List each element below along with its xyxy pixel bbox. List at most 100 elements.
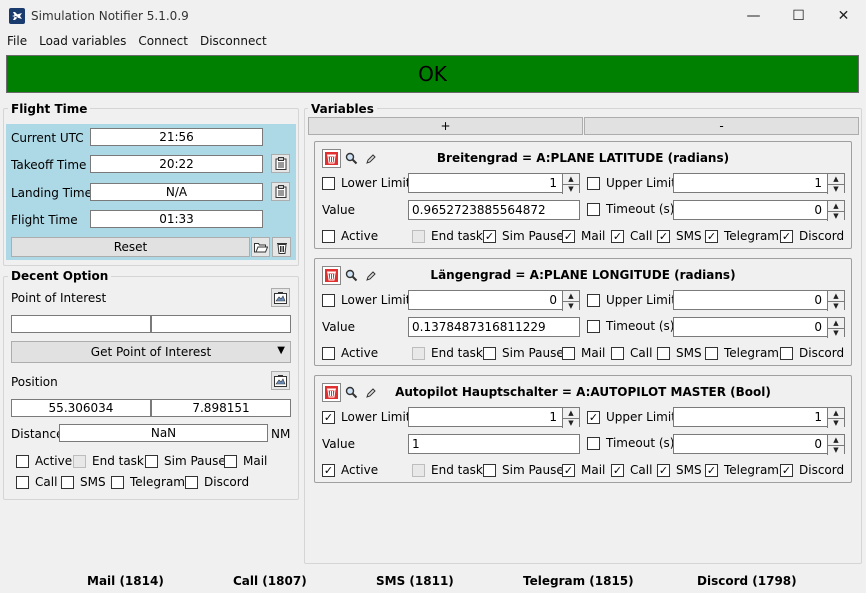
- get-poi-dropdown[interactable]: Get Point of Interest ▼: [11, 341, 291, 363]
- flight-time-field[interactable]: 01:33: [90, 210, 263, 228]
- spinner[interactable]: ▲ ▼: [827, 408, 844, 428]
- mail-checkbox[interactable]: ✓ Mail: [562, 463, 605, 477]
- landing-time-field[interactable]: N/A: [90, 183, 263, 201]
- up-arrow-icon[interactable]: ▲: [828, 408, 844, 418]
- lower-limit-checkbox[interactable]: Lower Limit: [322, 176, 411, 190]
- value-field[interactable]: 1: [408, 434, 580, 454]
- up-arrow-icon[interactable]: ▲: [828, 318, 844, 328]
- value-field[interactable]: 0.9652723885564872: [408, 200, 580, 220]
- menu-load-variables[interactable]: Load variables: [32, 34, 131, 48]
- spinner[interactable]: ▲ ▼: [562, 291, 579, 311]
- down-arrow-icon[interactable]: ▼: [828, 327, 844, 338]
- spinner[interactable]: ▲ ▼: [827, 291, 844, 311]
- poi-field-lon[interactable]: [151, 315, 291, 333]
- menu-connect[interactable]: Connect: [131, 34, 193, 48]
- sms-checkbox[interactable]: ✓ SMS: [657, 463, 702, 477]
- spinner[interactable]: ▲ ▼: [827, 174, 844, 194]
- up-arrow-icon[interactable]: ▲: [828, 435, 844, 445]
- mail-checkbox[interactable]: ✓ Mail: [562, 229, 605, 243]
- sim-pause-checkbox[interactable]: Sim Pause: [483, 346, 564, 360]
- lower-limit-stepper[interactable]: 1 ▲ ▼: [408, 407, 580, 428]
- up-arrow-icon[interactable]: ▲: [563, 408, 579, 418]
- clipboard-icon[interactable]: [271, 154, 290, 173]
- end-task-checkbox[interactable]: End task: [412, 229, 483, 243]
- upper-limit-stepper[interactable]: 1 ▲ ▼: [673, 173, 845, 194]
- down-arrow-icon[interactable]: ▼: [563, 300, 579, 311]
- active-checkbox[interactable]: ✓ Active: [322, 463, 378, 477]
- discord-checkbox[interactable]: ✓ Discord: [780, 463, 844, 477]
- telegram-checkbox[interactable]: ✓ Telegram: [705, 229, 779, 243]
- lower-limit-stepper[interactable]: 0 ▲ ▼: [408, 290, 580, 311]
- up-arrow-icon[interactable]: ▲: [828, 174, 844, 184]
- discord-checkbox[interactable]: ✓ Discord: [780, 229, 844, 243]
- upper-limit-stepper[interactable]: 0 ▲ ▼: [673, 290, 845, 311]
- decent-call-checkbox[interactable]: Call: [16, 475, 57, 489]
- down-arrow-icon[interactable]: ▼: [828, 210, 844, 221]
- map-icon[interactable]: [271, 371, 290, 390]
- call-checkbox[interactable]: Call: [611, 346, 652, 360]
- upper-limit-stepper[interactable]: 1 ▲ ▼: [673, 407, 845, 428]
- active-checkbox[interactable]: Active: [322, 229, 378, 243]
- telegram-checkbox[interactable]: Telegram: [705, 346, 779, 360]
- call-checkbox[interactable]: ✓ Call: [611, 463, 652, 477]
- timeout-stepper[interactable]: 0 ▲ ▼: [673, 434, 845, 455]
- decent-mail-checkbox[interactable]: Mail: [224, 454, 267, 468]
- decent-end-task-checkbox[interactable]: End task: [73, 454, 144, 468]
- end-task-checkbox[interactable]: End task: [412, 346, 483, 360]
- up-arrow-icon[interactable]: ▲: [828, 201, 844, 211]
- takeoff-time-field[interactable]: 20:22: [90, 155, 263, 173]
- timeout-checkbox[interactable]: Timeout (s): [587, 436, 674, 450]
- menu-disconnect[interactable]: Disconnect: [193, 34, 272, 48]
- telegram-checkbox[interactable]: ✓ Telegram: [705, 463, 779, 477]
- spinner[interactable]: ▲ ▼: [562, 408, 579, 428]
- up-arrow-icon[interactable]: ▲: [563, 291, 579, 301]
- up-arrow-icon[interactable]: ▲: [563, 174, 579, 184]
- upper-limit-checkbox[interactable]: Upper Limit: [587, 293, 676, 307]
- lower-limit-stepper[interactable]: 1 ▲ ▼: [408, 173, 580, 194]
- map-icon[interactable]: [271, 288, 290, 307]
- trash-icon[interactable]: [272, 237, 291, 257]
- minimize-button[interactable]: —: [731, 0, 776, 31]
- maximize-button[interactable]: ☐: [776, 0, 821, 31]
- upper-limit-checkbox[interactable]: Upper Limit: [587, 176, 676, 190]
- mail-checkbox[interactable]: Mail: [562, 346, 605, 360]
- current-utc-field[interactable]: 21:56: [90, 128, 263, 146]
- folder-open-icon[interactable]: [251, 237, 270, 257]
- down-arrow-icon[interactable]: ▼: [563, 417, 579, 428]
- position-lat-field[interactable]: 55.306034: [11, 399, 151, 417]
- spinner[interactable]: ▲ ▼: [562, 174, 579, 194]
- down-arrow-icon[interactable]: ▼: [828, 183, 844, 194]
- down-arrow-icon[interactable]: ▼: [563, 183, 579, 194]
- timeout-checkbox[interactable]: Timeout (s): [587, 319, 674, 333]
- decent-sms-checkbox[interactable]: SMS: [61, 475, 106, 489]
- down-arrow-icon[interactable]: ▼: [828, 417, 844, 428]
- remove-variable-button[interactable]: -: [584, 117, 859, 135]
- sim-pause-checkbox[interactable]: Sim Pause: [483, 463, 564, 477]
- spinner[interactable]: ▲ ▼: [827, 318, 844, 338]
- value-field[interactable]: 0.1378487316811229: [408, 317, 580, 337]
- timeout-checkbox[interactable]: Timeout (s): [587, 202, 674, 216]
- active-checkbox[interactable]: Active: [322, 346, 378, 360]
- down-arrow-icon[interactable]: ▼: [828, 444, 844, 455]
- discord-checkbox[interactable]: Discord: [780, 346, 844, 360]
- add-variable-button[interactable]: +: [308, 117, 583, 135]
- menu-file[interactable]: File: [0, 34, 32, 48]
- decent-discord-checkbox[interactable]: Discord: [185, 475, 249, 489]
- lower-limit-checkbox[interactable]: Lower Limit: [322, 293, 411, 307]
- spinner[interactable]: ▲ ▼: [827, 201, 844, 221]
- sms-checkbox[interactable]: ✓ SMS: [657, 229, 702, 243]
- sim-pause-checkbox[interactable]: ✓ Sim Pause: [483, 229, 564, 243]
- lower-limit-checkbox[interactable]: ✓ Lower Limit: [322, 410, 411, 424]
- close-button[interactable]: ✕: [821, 0, 866, 31]
- upper-limit-checkbox[interactable]: ✓ Upper Limit: [587, 410, 676, 424]
- decent-telegram-checkbox[interactable]: Telegram: [111, 475, 185, 489]
- decent-sim-pause-checkbox[interactable]: Sim Pause: [145, 454, 226, 468]
- timeout-stepper[interactable]: 0 ▲ ▼: [673, 200, 845, 221]
- call-checkbox[interactable]: ✓ Call: [611, 229, 652, 243]
- spinner[interactable]: ▲ ▼: [827, 435, 844, 455]
- distance-field[interactable]: NaN: [59, 424, 268, 442]
- position-lon-field[interactable]: 7.898151: [151, 399, 291, 417]
- reset-button[interactable]: Reset: [11, 237, 250, 257]
- timeout-stepper[interactable]: 0 ▲ ▼: [673, 317, 845, 338]
- sms-checkbox[interactable]: SMS: [657, 346, 702, 360]
